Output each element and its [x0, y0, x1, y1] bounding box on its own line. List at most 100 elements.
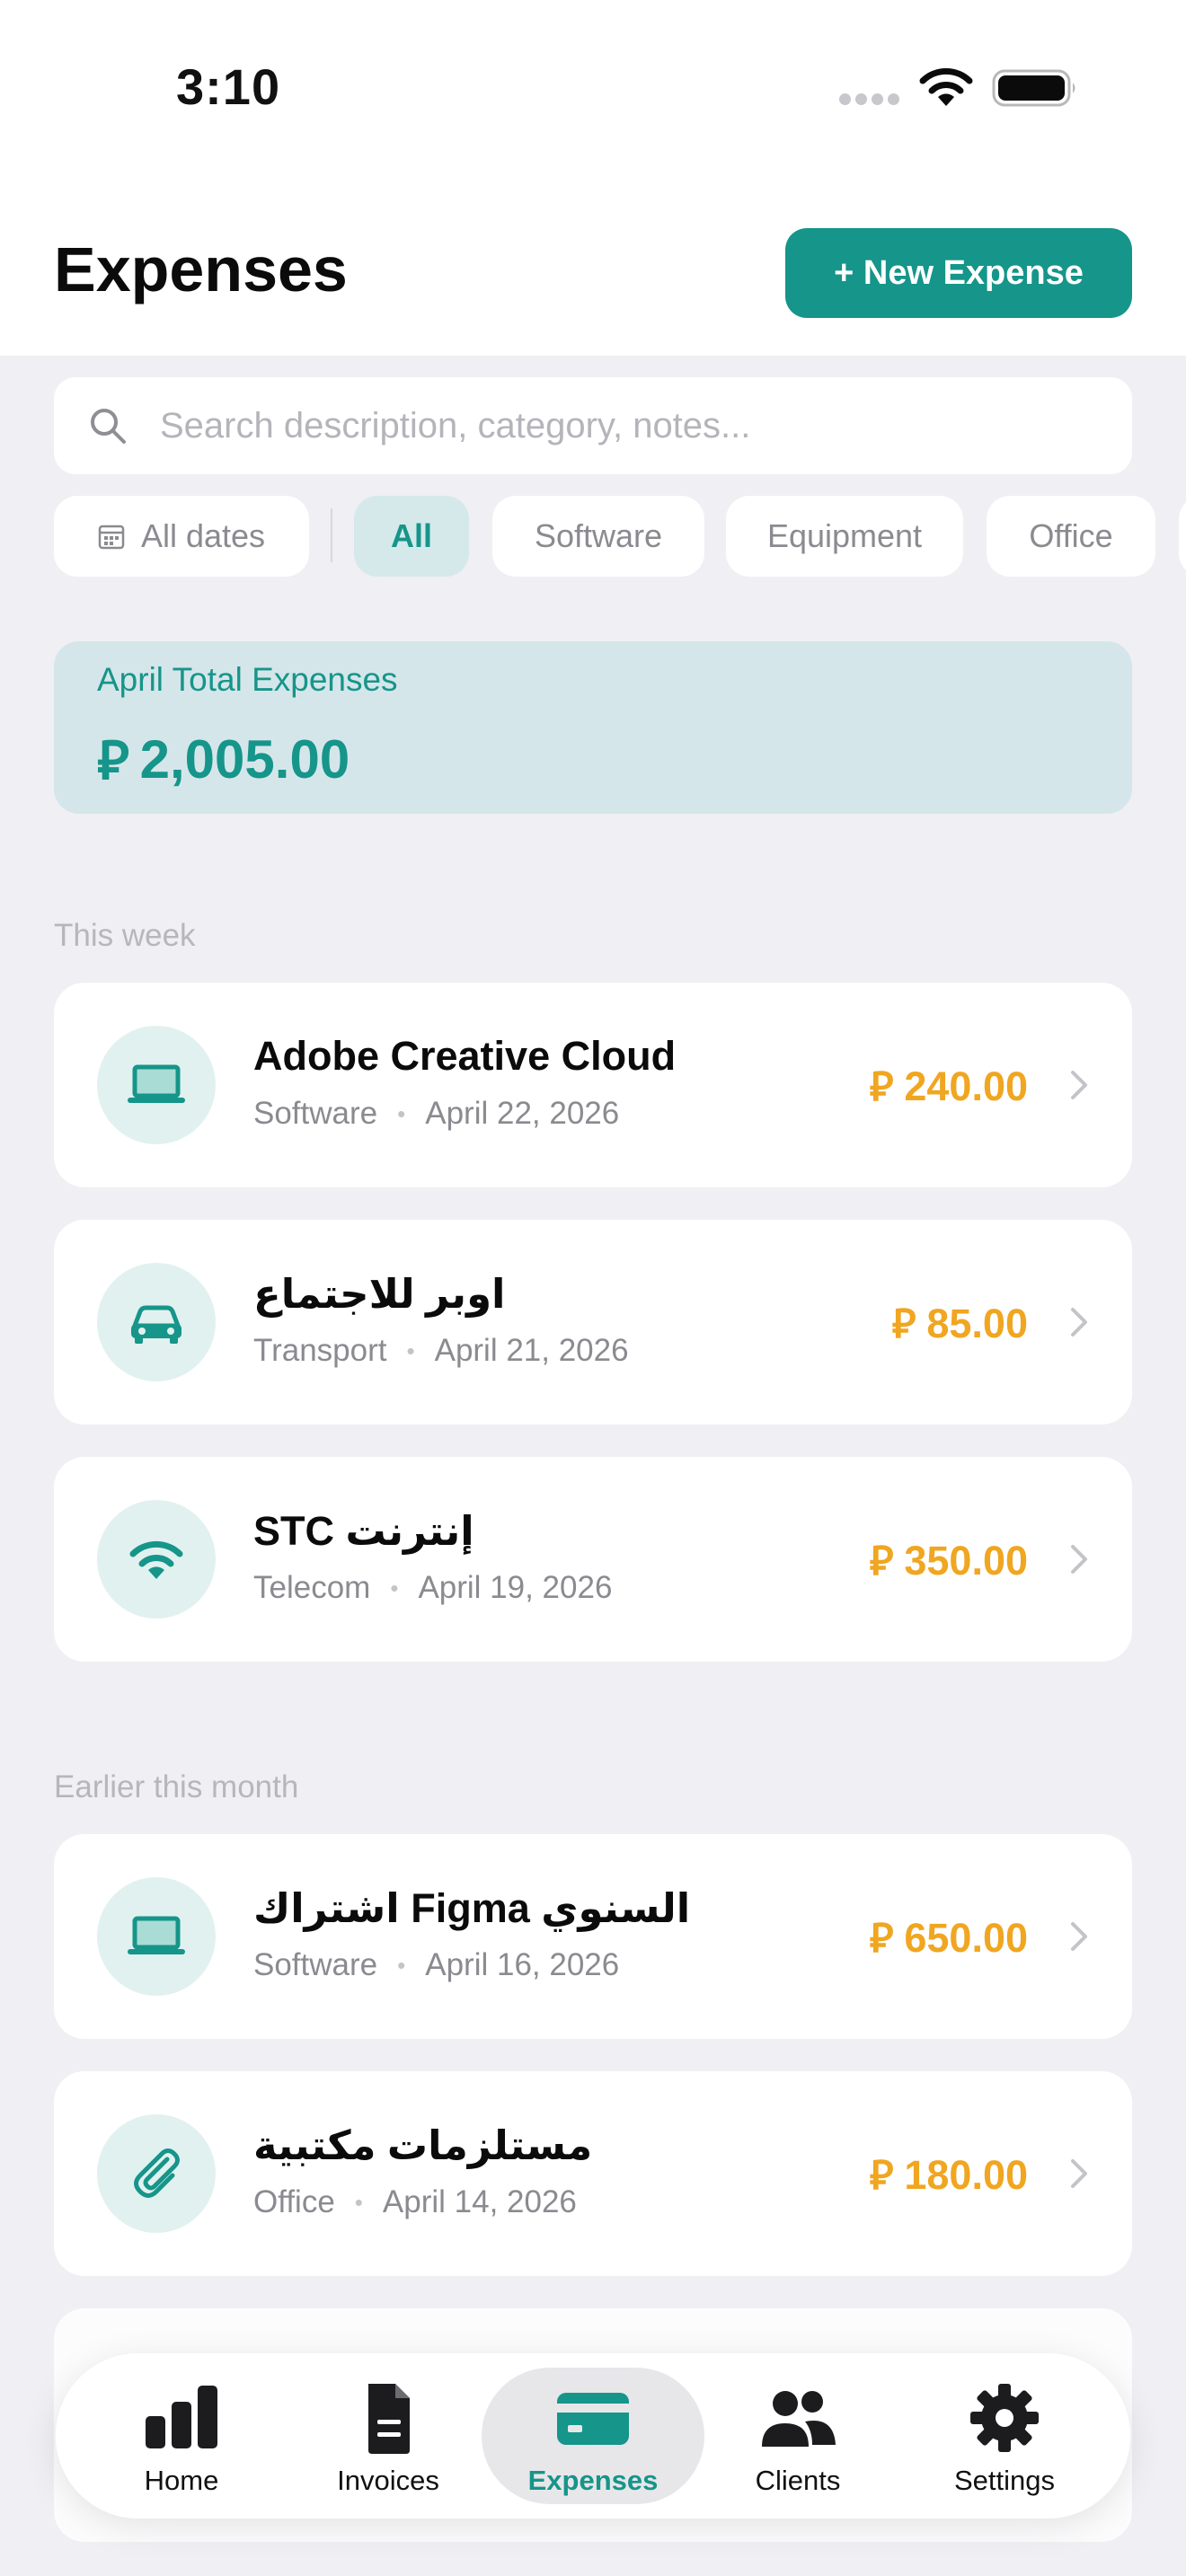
- expense-category: Transport: [253, 1333, 387, 1368]
- tab-invoices[interactable]: Invoices: [277, 2368, 500, 2504]
- meta-separator: •: [397, 1951, 406, 1979]
- search-bar[interactable]: [54, 377, 1132, 474]
- chevron-right-icon: [1071, 1922, 1087, 1951]
- expense-title: Adobe Creative Cloud: [253, 1033, 677, 1079]
- category-chip-software[interactable]: Software: [492, 496, 704, 577]
- category-chip-all[interactable]: All: [354, 496, 469, 577]
- wifi-status-icon: [919, 67, 973, 106]
- chart-icon: [146, 2386, 217, 2448]
- expense-amount-value: 650.00: [904, 1915, 1028, 1961]
- expense-amount: ⃁ 650.00: [870, 1911, 1028, 1963]
- expense-item[interactable]: مستلزمات مكتبية Office • April 14, 2026 …: [54, 2071, 1132, 2276]
- expense-title: STC إنترنت: [253, 1508, 474, 1554]
- tab-expenses[interactable]: Expenses: [482, 2368, 704, 2504]
- page-header: Expenses + New Expense: [0, 180, 1186, 356]
- expense-date: April 14, 2026: [382, 2184, 577, 2219]
- document-icon: [368, 2384, 410, 2454]
- paperclip-icon: [134, 2148, 180, 2198]
- laptop-icon: [128, 1064, 185, 1103]
- category-chip-equipment[interactable]: Equipment: [726, 496, 963, 577]
- expense-meta: Software • April 22, 2026: [253, 1096, 619, 1132]
- tab-settings[interactable]: Settings: [893, 2368, 1116, 2504]
- cellular-signal-icon: [839, 93, 904, 110]
- status-bar: 3:10: [0, 0, 1186, 180]
- expense-meta: Telecom • April 19, 2026: [253, 1570, 612, 1606]
- expense-date: April 22, 2026: [425, 1096, 620, 1131]
- people-icon: [762, 2391, 836, 2447]
- chevron-right-icon: [1071, 1308, 1087, 1337]
- status-time: 3:10: [176, 58, 281, 115]
- monthly-total-card: April Total Expenses ⃁ 2,005.00: [54, 641, 1132, 814]
- expense-meta: Software • April 16, 2026: [253, 1947, 619, 1983]
- expense-amount-value: 85.00: [926, 1301, 1028, 1346]
- card-icon: [557, 2393, 629, 2445]
- riyal-symbol: ⃁: [869, 1538, 894, 1584]
- chevron-right-icon: [1071, 1071, 1087, 1099]
- tab-settings-label: Settings: [953, 2465, 1055, 2496]
- expense-item[interactable]: Adobe Creative Cloud Software • April 22…: [54, 983, 1132, 1187]
- chevron-right-icon: [1071, 1545, 1087, 1574]
- new-expense-button[interactable]: + New Expense: [785, 228, 1132, 318]
- car-icon: [131, 1305, 181, 1344]
- tab-invoices-label: Invoices: [337, 2465, 439, 2496]
- expense-category: Office: [253, 2184, 335, 2219]
- expense-amount-value: 240.00: [904, 1063, 1028, 1109]
- expense-icon-bg: [97, 1263, 216, 1381]
- expense-date: April 21, 2026: [434, 1333, 629, 1368]
- expense-icon-bg: [97, 1877, 216, 1996]
- expense-date: April 16, 2026: [425, 1947, 620, 1982]
- date-filter-chip[interactable]: All dates: [54, 496, 309, 577]
- expense-amount: ⃁ 240.00: [870, 1060, 1028, 1112]
- expense-amount: ⃁ 350.00: [870, 1534, 1028, 1586]
- expense-amount-value: 350.00: [904, 1538, 1028, 1584]
- bottom-tab-bar: Home Invoices Expenses Clients Settings: [56, 2353, 1130, 2519]
- expense-item[interactable]: STC إنترنت Telecom • April 19, 2026 ⃁ 350…: [54, 1457, 1132, 1662]
- chip-divider: [331, 508, 332, 562]
- calendar-icon: [98, 525, 125, 550]
- meta-separator: •: [354, 2188, 363, 2216]
- search-input[interactable]: [160, 405, 1058, 446]
- section-label-earlier-this-month: Earlier this month: [54, 1769, 299, 1804]
- meta-separator: •: [406, 1337, 415, 1364]
- riyal-symbol: ⃁: [97, 730, 129, 790]
- expense-icon-bg: [97, 2114, 216, 2233]
- expense-category: Software: [253, 1947, 378, 1982]
- expense-meta: Transport • April 21, 2026: [253, 1333, 629, 1369]
- expense-icon-bg: [97, 1500, 216, 1619]
- search-icon: [91, 409, 126, 444]
- tab-home[interactable]: Home: [70, 2368, 293, 2504]
- tab-clients[interactable]: Clients: [686, 2368, 909, 2504]
- expense-category: Software: [253, 1096, 378, 1131]
- category-chip-office[interactable]: Office: [987, 496, 1155, 577]
- meta-separator: •: [390, 1574, 399, 1601]
- date-filter-label: All dates: [140, 517, 266, 554]
- laptop-icon: [128, 1916, 185, 1954]
- wifi-icon: [129, 1540, 183, 1579]
- gear-icon: [970, 2384, 1039, 2452]
- riyal-symbol: ⃁: [869, 2152, 894, 2198]
- expense-amount: ⃁ 85.00: [892, 1297, 1028, 1349]
- expense-meta: Office • April 14, 2026: [253, 2184, 577, 2220]
- filter-chips: All dates All Software Equipment Office: [54, 496, 1186, 578]
- expense-amount-value: 180.00: [904, 2152, 1028, 2198]
- riyal-symbol: ⃁: [869, 1063, 894, 1109]
- monthly-total-amount: ⃁ 2,005.00: [97, 724, 350, 794]
- meta-separator: •: [397, 1099, 406, 1127]
- tab-home-label: Home: [144, 2465, 219, 2496]
- expense-item[interactable]: اوبر للاجتماع Transport • April 21, 2026…: [54, 1220, 1132, 1425]
- riyal-symbol: ⃁: [869, 1915, 894, 1961]
- category-chip-more[interactable]: [1179, 496, 1186, 577]
- tab-expenses-label: Expenses: [527, 2465, 659, 2496]
- expense-title: اوبر للاجتماع: [253, 1271, 506, 1317]
- chevron-right-icon: [1071, 2159, 1087, 2188]
- expense-title: اشتراك Figma السنوي: [253, 1885, 691, 1931]
- expense-icon-bg: [97, 1026, 216, 1144]
- expense-amount: ⃁ 180.00: [870, 2148, 1028, 2201]
- expense-title: مستلزمات مكتبية: [253, 2122, 593, 2168]
- monthly-total-value: 2,005.00: [139, 728, 350, 790]
- expense-item[interactable]: اشتراك Figma السنوي Software • April 16,…: [54, 1834, 1132, 2039]
- battery-icon: [992, 69, 1075, 107]
- monthly-total-label: April Total Expenses: [97, 661, 398, 698]
- section-label-this-week: This week: [54, 918, 196, 953]
- expense-category: Telecom: [253, 1570, 371, 1605]
